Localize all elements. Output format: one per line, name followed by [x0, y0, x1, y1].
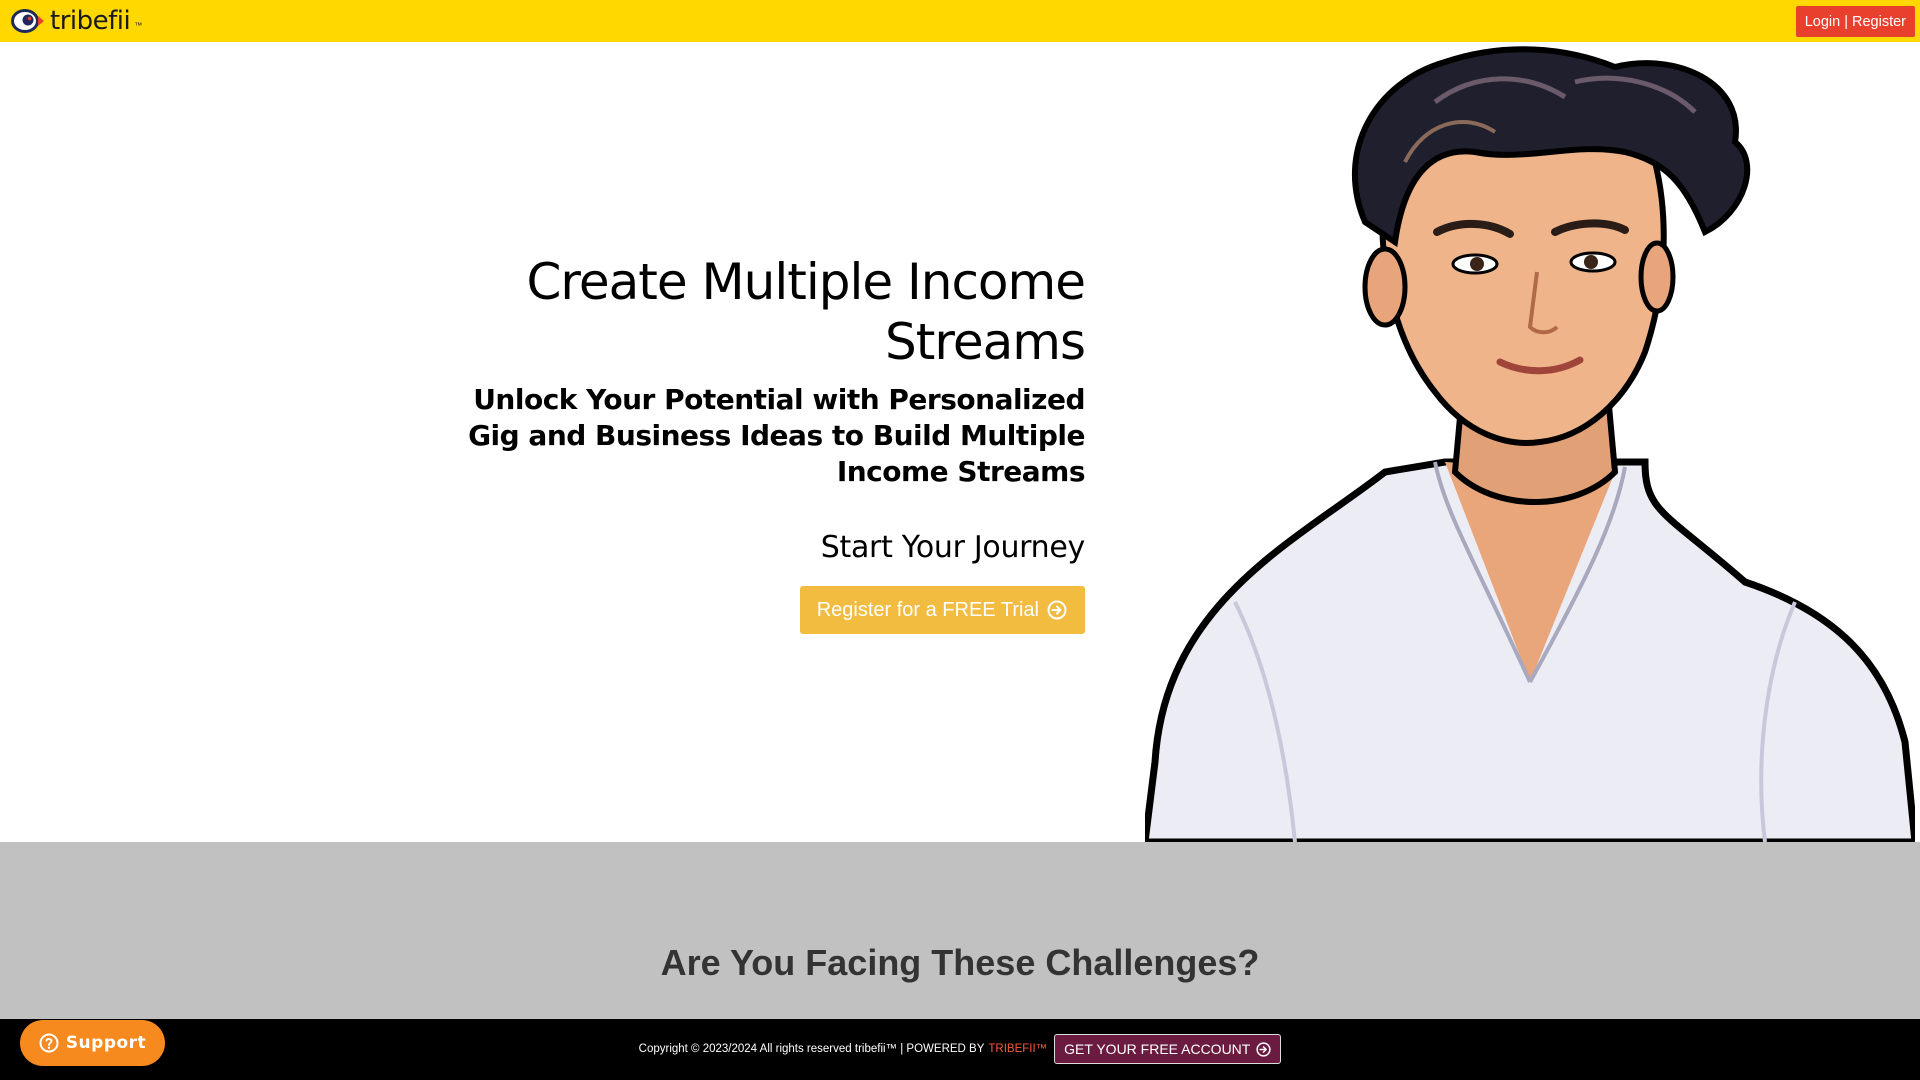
- tribefii-logo[interactable]: tribefii ™: [8, 6, 142, 36]
- register-free-trial-button[interactable]: Register for a FREE Trial: [799, 586, 1085, 634]
- start-journey-text: Start Your Journey: [820, 530, 1086, 565]
- support-label: Support: [65, 1033, 147, 1053]
- arrow-circle-right-icon: [1047, 600, 1067, 620]
- support-button[interactable]: Support: [20, 1020, 165, 1066]
- login-register-button[interactable]: Login | Register: [1795, 6, 1915, 37]
- logo-text: tribefii: [50, 6, 131, 36]
- footer-copyright-line: Copyright © 2023/2024 All rights reserve…: [0, 1034, 1920, 1064]
- cta-wrapper: Register for a FREE Trial: [445, 586, 1085, 634]
- top-header: tribefii ™ Login | Register: [0, 0, 1920, 42]
- register-free-trial-label: Register for a FREE Trial: [816, 598, 1039, 621]
- tribefii-logo-icon: [11, 9, 44, 33]
- get-free-account-button[interactable]: GET YOUR FREE ACCOUNT: [1054, 1034, 1282, 1064]
- get-free-account-label: GET YOUR FREE ACCOUNT: [1064, 1041, 1251, 1057]
- hero-text-block: Create Multiple Income Streams Unlock Yo…: [445, 252, 1086, 634]
- help-circle-icon: [39, 1033, 59, 1053]
- challenges-section: Are You Facing These Challenges?: [0, 842, 1920, 1019]
- copyright-text: Copyright © 2023/2024 All rights reserve…: [638, 1043, 985, 1055]
- hero-illustration: [1145, 46, 1915, 842]
- hero-title: Create Multiple Income Streams: [526, 253, 1086, 371]
- hero-subtitle: Unlock Your Potential with Personalized …: [468, 383, 1085, 488]
- challenges-title: Are You Facing These Challenges?: [660, 942, 1260, 983]
- logo-trademark: ™: [134, 21, 143, 30]
- arrow-circle-right-icon: [1256, 1041, 1271, 1057]
- footer: Copyright © 2023/2024 All rights reserve…: [0, 1019, 1920, 1080]
- powered-by-brand-link[interactable]: TRIBEFII™: [988, 1043, 1047, 1055]
- hero-section: Create Multiple Income Streams Unlock Yo…: [0, 42, 1920, 842]
